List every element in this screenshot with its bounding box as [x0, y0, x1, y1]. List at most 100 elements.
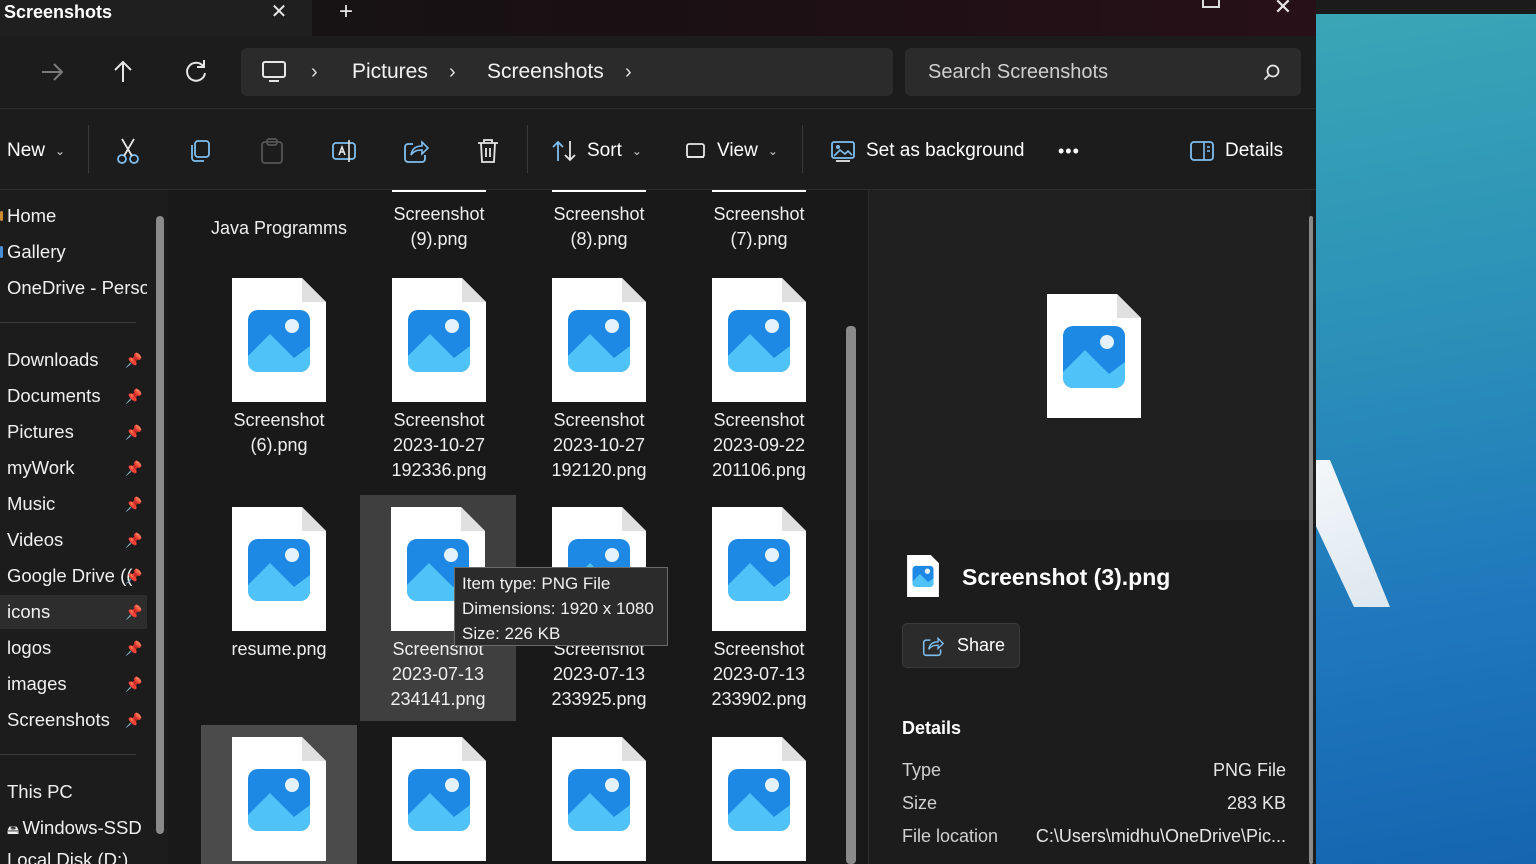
view-button[interactable]: View ⌄: [685, 133, 778, 169]
share-icon: [404, 140, 429, 163]
file-tile-selected[interactable]: [201, 725, 357, 864]
sidebar-item-onedrive[interactable]: OneDrive - Persor: [0, 271, 147, 305]
file-tile[interactable]: Screenshot 2023-10-27 192120.png: [521, 278, 677, 483]
monitor-icon[interactable]: [261, 60, 287, 84]
pin-icon[interactable]: 📌: [125, 415, 142, 449]
image-file-icon: [232, 507, 326, 631]
file-list-scrollbar[interactable]: [846, 326, 856, 864]
pin-icon[interactable]: 📌: [125, 487, 142, 521]
file-tile[interactable]: Screenshot (8).png: [521, 190, 677, 252]
up-button[interactable]: [103, 56, 143, 88]
search-input[interactable]: Search Screenshots: [905, 48, 1301, 96]
sidebar-item-videos[interactable]: Videos 📌: [0, 523, 147, 557]
pin-icon[interactable]: 📌: [125, 343, 142, 377]
sidebar-item-label: icons: [7, 601, 51, 622]
file-list: Java Programms Screenshot (9).png Screen…: [176, 190, 866, 864]
breadcrumb-screenshots[interactable]: Screenshots: [487, 60, 604, 84]
sidebar-item-downloads[interactable]: Downloads 📌: [0, 343, 147, 377]
more-icon: •••: [1058, 140, 1080, 161]
sidebar-item-pictures[interactable]: Pictures 📌: [0, 415, 147, 449]
divider: [0, 322, 136, 323]
sidebar-item-screenshots[interactable]: Screenshots 📌: [0, 703, 147, 737]
address-bar[interactable]: › Pictures › Screenshots ›: [241, 48, 893, 96]
set-as-background-button[interactable]: Set as background: [830, 133, 1024, 169]
image-file-icon: [232, 278, 326, 402]
pin-icon[interactable]: 📌: [125, 667, 142, 701]
sidebar-item-gallery[interactable]: Gallery: [0, 235, 147, 269]
sidebar-item-music[interactable]: Music 📌: [0, 487, 147, 521]
sidebar-item-label: Videos: [7, 529, 64, 550]
file-tile[interactable]: Screenshot 2023-10-27 192336.png: [361, 278, 517, 483]
copy-icon: [191, 140, 210, 162]
file-tile[interactable]: [681, 737, 837, 861]
paste-button[interactable]: [259, 133, 285, 169]
chevron-right-icon[interactable]: ›: [625, 61, 632, 84]
see-more-button[interactable]: •••: [1058, 133, 1080, 169]
property-key: File location: [902, 826, 999, 846]
sort-button[interactable]: Sort ⌄: [551, 133, 642, 169]
file-tile[interactable]: [361, 737, 517, 861]
tooltip-type: Item type: PNG File: [462, 574, 611, 593]
arrow-up-icon: [114, 60, 132, 82]
chevron-right-icon[interactable]: ›: [311, 61, 318, 84]
rename-icon: [332, 140, 356, 162]
tab-close-icon[interactable]: ✕: [266, 0, 292, 26]
file-tile[interactable]: [521, 737, 677, 861]
sidebar-item-label: myWork: [7, 457, 75, 478]
pin-icon[interactable]: 📌: [125, 595, 142, 629]
sidebar-item-mywork[interactable]: myWork 📌: [0, 451, 147, 485]
sidebar-item-windows-ssd[interactable]: 🖴 Windows-SSD ((: [0, 811, 147, 845]
tab-screenshots[interactable]: Screenshots ✕: [0, 0, 312, 36]
file-tile[interactable]: Screenshot (7).png: [681, 190, 837, 252]
maximize-icon[interactable]: [1202, 0, 1220, 8]
breadcrumb-pictures[interactable]: Pictures: [352, 60, 428, 84]
window-close-icon[interactable]: ✕: [1270, 0, 1296, 19]
file-name: Screenshot 2023-10-27 192120.png: [551, 410, 647, 480]
cut-button[interactable]: [115, 133, 141, 169]
sidebar-item-label: Local Disk (D:): [7, 849, 129, 864]
file-tile[interactable]: Screenshot (9).png: [361, 190, 517, 252]
chevron-right-icon[interactable]: ›: [449, 61, 456, 84]
file-tile[interactable]: Screenshot 2023-09-22 201106.png: [681, 278, 837, 483]
image-file-icon: [552, 278, 646, 402]
pin-icon[interactable]: 📌: [125, 379, 142, 413]
new-tab-button[interactable]: +: [332, 0, 360, 26]
search-icon[interactable]: [1263, 64, 1281, 82]
delete-button[interactable]: [475, 133, 501, 169]
folder-java-programms[interactable]: Java Programms: [201, 210, 357, 241]
pin-icon[interactable]: 📌: [125, 451, 142, 485]
file-name: Screenshot 2023-09-22 201106.png: [712, 410, 806, 480]
forward-button[interactable]: [32, 56, 72, 88]
pin-icon[interactable]: 📌: [125, 559, 142, 593]
sidebar-item-home[interactable]: Home: [0, 199, 147, 233]
file-tile[interactable]: resume.png: [201, 507, 357, 662]
sidebar-scrollbar[interactable]: [156, 216, 164, 834]
pin-icon[interactable]: 📌: [125, 631, 142, 665]
refresh-button[interactable]: [176, 56, 216, 88]
sidebar-item-google-drive[interactable]: Google Drive ((📌: [0, 559, 147, 593]
wallpaper-icon: [831, 141, 855, 162]
title-bar: Screenshots ✕ + ✕: [0, 0, 1316, 36]
sidebar-item-icons[interactable]: icons 📌: [0, 595, 147, 629]
set-as-background-label: Set as background: [866, 140, 1025, 161]
copy-button[interactable]: [187, 133, 213, 169]
sidebar-item-label: Windows-SSD ((: [22, 817, 147, 838]
share-button[interactable]: [403, 133, 429, 169]
sidebar-item-documents[interactable]: Documents 📌: [0, 379, 147, 413]
rename-button[interactable]: [331, 133, 357, 169]
details-scrollbar[interactable]: [1309, 216, 1313, 864]
sidebar-item-local-disk[interactable]: Local Disk (D:): [0, 843, 147, 864]
pin-icon[interactable]: 📌: [125, 703, 142, 737]
file-tile[interactable]: Screenshot 2023-07-13 233902.png: [681, 507, 837, 712]
image-file-icon: [1047, 294, 1141, 418]
sidebar-item-images[interactable]: images 📌: [0, 667, 147, 701]
sidebar-item-this-pc[interactable]: This PC: [0, 775, 147, 809]
new-button[interactable]: New ⌄: [7, 133, 65, 169]
divider: [0, 754, 136, 755]
pin-icon[interactable]: 📌: [125, 523, 142, 557]
details-pane-button[interactable]: Details: [1189, 133, 1283, 169]
file-tile[interactable]: Screenshot (6).png: [201, 278, 357, 458]
sidebar-item-logos[interactable]: logos 📌: [0, 631, 147, 665]
share-button[interactable]: Share: [902, 623, 1020, 668]
arrow-right-icon: [42, 63, 64, 81]
